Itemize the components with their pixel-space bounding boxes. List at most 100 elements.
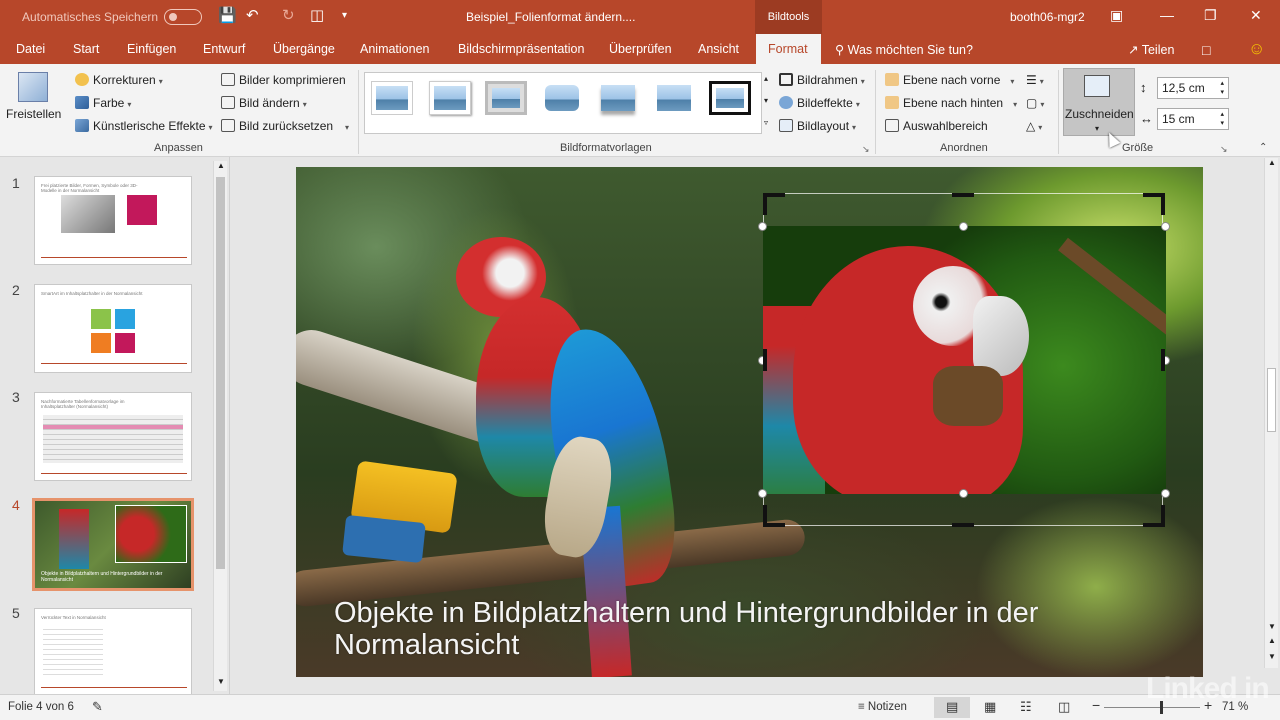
tell-me-input[interactable]: ⚲ Was möchten Sie tun? bbox=[835, 42, 973, 57]
scroll-up-icon[interactable]: ▲ bbox=[217, 161, 225, 170]
scroll-up-icon[interactable]: ▴ bbox=[764, 74, 768, 83]
tab-format[interactable]: Format bbox=[756, 34, 821, 65]
height-spinner-icon[interactable]: ▴ ▾ bbox=[1220, 79, 1224, 97]
cropped-parrot-image[interactable] bbox=[763, 226, 1166, 494]
picture-style-3[interactable] bbox=[485, 81, 527, 115]
previous-slide-icon[interactable]: ▲ bbox=[1268, 636, 1276, 645]
freistellen-button[interactable]: Freistellen bbox=[6, 106, 61, 122]
tab-einfuegen[interactable]: Einfügen bbox=[127, 42, 176, 56]
slide-thumbnail-1[interactable]: Frei platzierte Bilder, Formen, Symbole … bbox=[34, 176, 192, 265]
tab-ansicht[interactable]: Ansicht bbox=[698, 42, 739, 56]
kuenstlerische-effekte-button[interactable]: Künstlerische Effekte ▾ bbox=[75, 118, 213, 136]
bilder-komprimieren-button[interactable]: Bilder komprimieren bbox=[221, 72, 346, 88]
align-icon[interactable]: ☰ ▾ bbox=[1026, 72, 1044, 90]
close-icon[interactable]: ✕ bbox=[1250, 7, 1262, 24]
slide-thumbnail-4[interactable]: Objekte in Bildplatzhaltern und Hintergr… bbox=[32, 498, 194, 591]
picture-style-5[interactable] bbox=[597, 81, 639, 115]
tab-animationen[interactable]: Animationen bbox=[360, 42, 430, 56]
autosave-toggle[interactable] bbox=[164, 9, 202, 25]
crop-edge-handle[interactable] bbox=[1161, 349, 1165, 371]
bildlayout-button[interactable]: Bildlayout ▾ bbox=[779, 118, 856, 136]
bildeffekte-button[interactable]: Bildeffekte ▾ bbox=[779, 95, 860, 113]
tab-start[interactable]: Start bbox=[73, 42, 99, 56]
slide-thumbnail-3[interactable]: Nachformatierte Tabellenformatvorlage im… bbox=[34, 392, 192, 481]
resize-handle[interactable] bbox=[959, 222, 968, 231]
resize-handle[interactable] bbox=[758, 222, 767, 231]
farbe-button[interactable]: Farbe ▾ bbox=[75, 95, 131, 113]
picture-style-2[interactable] bbox=[429, 81, 471, 115]
dialog-launcher-icon[interactable]: ↘ bbox=[862, 144, 870, 155]
zuschneiden-button[interactable]: Zuschneiden ▾ bbox=[1063, 68, 1135, 136]
slide-scrollbar[interactable]: ▲ ▼ ▲ ▼ bbox=[1264, 158, 1278, 668]
next-slide-icon[interactable]: ▼ bbox=[1268, 652, 1276, 661]
comments-icon[interactable]: □ bbox=[1202, 42, 1210, 58]
more-styles-icon[interactable]: ▿ bbox=[764, 118, 768, 127]
save-icon[interactable]: 💾 bbox=[218, 8, 237, 24]
korrekturen-button[interactable]: Korrekturen ▾ bbox=[75, 72, 163, 90]
crop-corner-handle[interactable] bbox=[763, 505, 767, 527]
styles-scroll[interactable]: ▴ ▾ ▿ bbox=[761, 72, 773, 134]
ebene-nach-hinten-button[interactable]: Ebene nach hinten ▾ bbox=[885, 95, 1017, 113]
tab-bildschirmpraesentation[interactable]: Bildschirmpräsentation bbox=[458, 42, 584, 56]
slide-sorter-icon[interactable]: ▦ bbox=[984, 699, 996, 715]
slide-thumbnail-2[interactable]: SmartArt im Inhaltsplatzhalter in der No… bbox=[34, 284, 192, 373]
rotate-icon[interactable]: △ ▾ bbox=[1026, 118, 1042, 136]
presentation-icon[interactable]: ◫ bbox=[310, 8, 324, 24]
height-field[interactable]: 12,5 cm ▴ ▾ bbox=[1157, 77, 1229, 99]
scrollbar-thumb[interactable] bbox=[216, 177, 225, 569]
size-dialog-launcher-icon[interactable]: ↘ bbox=[1220, 144, 1228, 155]
bild-zuruecksetzen-button[interactable]: Bild zurücksetzen ▾ bbox=[221, 118, 349, 136]
normal-view-icon[interactable]: ▤ bbox=[946, 699, 958, 715]
width-spinner-icon[interactable]: ▴ ▾ bbox=[1220, 110, 1224, 128]
crop-edge-handle[interactable] bbox=[952, 193, 974, 197]
zoom-out-icon[interactable]: − bbox=[1092, 697, 1100, 713]
resize-handle[interactable] bbox=[1161, 489, 1170, 498]
scroll-down-icon[interactable]: ▼ bbox=[217, 677, 225, 686]
slide-title[interactable]: Objekte in Bildplatzhaltern und Hintergr… bbox=[334, 597, 1154, 661]
slideshow-icon[interactable]: ◫ bbox=[1058, 699, 1070, 715]
crop-corner-handle[interactable] bbox=[1161, 193, 1165, 215]
user-name[interactable]: booth06-mgr2 bbox=[1010, 10, 1085, 24]
restore-icon[interactable]: ❐ bbox=[1204, 7, 1217, 24]
picture-style-7[interactable] bbox=[709, 81, 751, 115]
smiley-icon[interactable]: ☺ bbox=[1248, 39, 1265, 59]
group-objects-icon[interactable]: ▢ ▾ bbox=[1026, 95, 1044, 113]
share-button[interactable]: ↗ Teilen bbox=[1128, 42, 1174, 57]
undo-icon[interactable]: ↶ bbox=[246, 8, 259, 24]
bild-aendern-button[interactable]: Bild ändern ▾ bbox=[221, 95, 307, 113]
resize-handle[interactable] bbox=[959, 489, 968, 498]
auswahlbereich-button[interactable]: Auswahlbereich bbox=[885, 118, 988, 134]
picture-style-4[interactable] bbox=[541, 81, 583, 115]
tab-entwurf[interactable]: Entwurf bbox=[203, 42, 245, 56]
slide-thumbnail-5[interactable]: Verrückter Text in Normalansicht bbox=[34, 608, 192, 697]
thumbnail-scrollbar[interactable]: ▲ ▼ bbox=[213, 161, 227, 691]
resize-handle[interactable] bbox=[1161, 222, 1170, 231]
reading-view-icon[interactable]: ☷ bbox=[1020, 699, 1032, 715]
crop-edge-handle[interactable] bbox=[763, 349, 767, 371]
scroll-down-icon[interactable]: ▾ bbox=[764, 96, 768, 105]
customize-qat-icon[interactable]: ▾ bbox=[342, 8, 347, 24]
accessibility-icon[interactable]: ✎ bbox=[92, 699, 103, 715]
crop-edge-handle[interactable] bbox=[952, 523, 974, 527]
crop-corner-handle[interactable] bbox=[763, 193, 767, 215]
ebene-nach-vorne-button[interactable]: Ebene nach vorne ▾ bbox=[885, 72, 1014, 90]
collapse-ribbon-icon[interactable]: ⌃ bbox=[1259, 142, 1267, 153]
ribbon-display-icon[interactable]: ▣ bbox=[1110, 7, 1123, 24]
picture-style-6[interactable] bbox=[653, 81, 695, 115]
scroll-up-icon[interactable]: ▲ bbox=[1268, 158, 1276, 167]
tab-datei[interactable]: Datei bbox=[16, 42, 45, 56]
tab-ueberpruefen[interactable]: Überprüfen bbox=[609, 42, 672, 56]
resize-handle[interactable] bbox=[758, 489, 767, 498]
crop-corner-handle[interactable] bbox=[1161, 505, 1165, 527]
bildrahmen-button[interactable]: Bildrahmen ▾ bbox=[779, 72, 865, 90]
scroll-down-icon[interactable]: ▼ bbox=[1268, 622, 1276, 631]
tab-uebergaenge[interactable]: Übergänge bbox=[273, 42, 335, 56]
scrollbar-thumb[interactable] bbox=[1267, 368, 1276, 432]
redo-icon[interactable]: ↻ bbox=[282, 8, 295, 24]
zoom-slider[interactable] bbox=[1104, 707, 1200, 708]
notes-button[interactable]: ≡ Notizen bbox=[858, 701, 907, 713]
crop-dropdown-icon[interactable]: ▾ bbox=[1095, 124, 1099, 133]
width-field[interactable]: 15 cm ▴ ▾ bbox=[1157, 108, 1229, 130]
minimize-icon[interactable]: — bbox=[1160, 7, 1174, 23]
picture-style-1[interactable] bbox=[371, 81, 413, 115]
